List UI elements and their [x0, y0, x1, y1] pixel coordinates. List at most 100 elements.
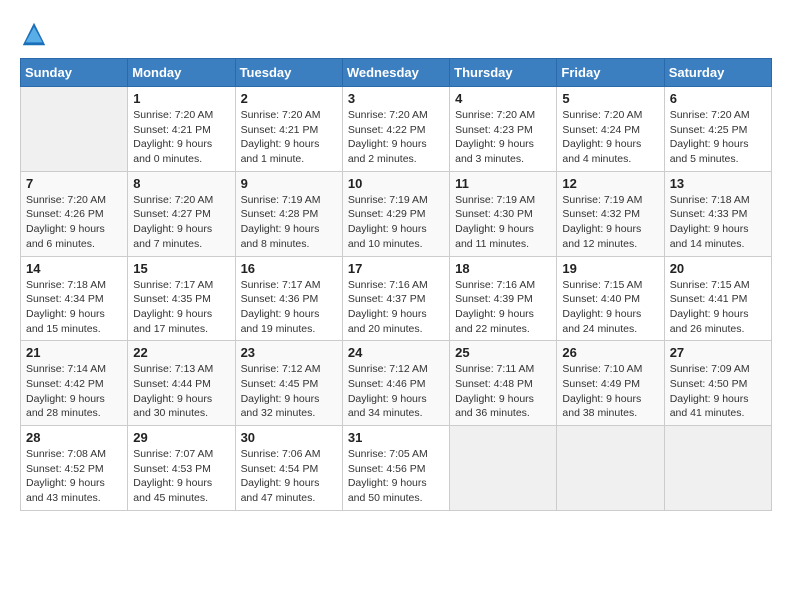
day-info: Sunrise: 7:18 AMSunset: 4:34 PMDaylight:…: [26, 278, 122, 337]
day-number: 7: [26, 176, 122, 191]
day-info: Sunrise: 7:08 AMSunset: 4:52 PMDaylight:…: [26, 447, 122, 506]
calendar-cell: 14 Sunrise: 7:18 AMSunset: 4:34 PMDayligh…: [21, 256, 128, 341]
calendar-cell: 11 Sunrise: 7:19 AMSunset: 4:30 PMDayligh…: [450, 171, 557, 256]
day-info: Sunrise: 7:17 AMSunset: 4:36 PMDaylight:…: [241, 278, 337, 337]
calendar-cell: 27 Sunrise: 7:09 AMSunset: 4:50 PMDayligh…: [664, 341, 771, 426]
weekday-header-wednesday: Wednesday: [342, 59, 449, 87]
logo-icon: [20, 20, 48, 48]
day-number: 17: [348, 261, 444, 276]
day-number: 25: [455, 345, 551, 360]
day-number: 12: [562, 176, 658, 191]
day-number: 9: [241, 176, 337, 191]
calendar-week-row: 1 Sunrise: 7:20 AMSunset: 4:21 PMDaylight…: [21, 87, 772, 172]
day-number: 24: [348, 345, 444, 360]
calendar-cell: 5Sunrise: 7:20 AMSunset: 4:24 PMDaylight…: [557, 87, 664, 172]
day-info: Sunrise: 7:10 AMSunset: 4:49 PMDaylight:…: [562, 362, 658, 421]
day-number: 15: [133, 261, 229, 276]
day-info: Sunrise: 7:12 AMSunset: 4:46 PMDaylight:…: [348, 362, 444, 421]
page-header: [20, 20, 772, 48]
day-number: 11: [455, 176, 551, 191]
logo: [20, 20, 52, 48]
calendar-cell: [450, 426, 557, 511]
day-number: 21: [26, 345, 122, 360]
day-info: Sunrise: 7:09 AMSunset: 4:50 PMDaylight:…: [670, 362, 766, 421]
day-number: 19: [562, 261, 658, 276]
day-number: 13: [670, 176, 766, 191]
day-info: Sunrise: 7:19 AMSunset: 4:28 PMDaylight:…: [241, 193, 337, 252]
day-number: 18: [455, 261, 551, 276]
calendar-cell: 19 Sunrise: 7:15 AMSunset: 4:40 PMDayligh…: [557, 256, 664, 341]
calendar-cell: 1 Sunrise: 7:20 AMSunset: 4:21 PMDaylight…: [128, 87, 235, 172]
calendar-week-row: 7 Sunrise: 7:20 AMSunset: 4:26 PMDaylight…: [21, 171, 772, 256]
calendar-cell: 2 Sunrise: 7:20 AMSunset: 4:21 PMDaylight…: [235, 87, 342, 172]
day-number: 14: [26, 261, 122, 276]
weekday-header-tuesday: Tuesday: [235, 59, 342, 87]
day-info: Sunrise: 7:15 AMSunset: 4:41 PMDaylight:…: [670, 278, 766, 337]
day-number: 6: [670, 91, 766, 106]
day-info: Sunrise: 7:19 AMSunset: 4:32 PMDaylight:…: [562, 193, 658, 252]
day-number: 26: [562, 345, 658, 360]
calendar-cell: 6 Sunrise: 7:20 AMSunset: 4:25 PMDaylight…: [664, 87, 771, 172]
day-number: 23: [241, 345, 337, 360]
calendar-cell: 18Sunrise: 7:16 AMSunset: 4:39 PMDayligh…: [450, 256, 557, 341]
day-number: 20: [670, 261, 766, 276]
day-info: Sunrise: 7:20 AMSunset: 4:21 PMDaylight:…: [133, 108, 229, 167]
day-info: Sunrise: 7:19 AMSunset: 4:30 PMDaylight:…: [455, 193, 551, 252]
calendar-cell: 22 Sunrise: 7:13 AMSunset: 4:44 PMDayligh…: [128, 341, 235, 426]
day-info: Sunrise: 7:20 AMSunset: 4:22 PMDaylight:…: [348, 108, 444, 167]
weekday-header-friday: Friday: [557, 59, 664, 87]
day-number: 22: [133, 345, 229, 360]
day-info: Sunrise: 7:14 AMSunset: 4:42 PMDaylight:…: [26, 362, 122, 421]
calendar-cell: 7 Sunrise: 7:20 AMSunset: 4:26 PMDaylight…: [21, 171, 128, 256]
day-number: 10: [348, 176, 444, 191]
calendar-cell: 13Sunrise: 7:18 AMSunset: 4:33 PMDayligh…: [664, 171, 771, 256]
calendar-cell: 23 Sunrise: 7:12 AMSunset: 4:45 PMDayligh…: [235, 341, 342, 426]
day-info: Sunrise: 7:06 AMSunset: 4:54 PMDaylight:…: [241, 447, 337, 506]
day-info: Sunrise: 7:15 AMSunset: 4:40 PMDaylight:…: [562, 278, 658, 337]
calendar-cell: 3 Sunrise: 7:20 AMSunset: 4:22 PMDaylight…: [342, 87, 449, 172]
calendar-header-row: SundayMondayTuesdayWednesdayThursdayFrid…: [21, 59, 772, 87]
day-info: Sunrise: 7:16 AMSunset: 4:37 PMDaylight:…: [348, 278, 444, 337]
weekday-header-monday: Monday: [128, 59, 235, 87]
weekday-header-saturday: Saturday: [664, 59, 771, 87]
day-number: 27: [670, 345, 766, 360]
calendar-cell: 20 Sunrise: 7:15 AMSunset: 4:41 PMDayligh…: [664, 256, 771, 341]
day-number: 30: [241, 430, 337, 445]
calendar-cell: 24 Sunrise: 7:12 AMSunset: 4:46 PMDayligh…: [342, 341, 449, 426]
day-info: Sunrise: 7:19 AMSunset: 4:29 PMDaylight:…: [348, 193, 444, 252]
day-number: 8: [133, 176, 229, 191]
day-info: Sunrise: 7:20 AMSunset: 4:25 PMDaylight:…: [670, 108, 766, 167]
day-info: Sunrise: 7:11 AMSunset: 4:48 PMDaylight:…: [455, 362, 551, 421]
day-info: Sunrise: 7:07 AMSunset: 4:53 PMDaylight:…: [133, 447, 229, 506]
calendar-cell: 28 Sunrise: 7:08 AMSunset: 4:52 PMDayligh…: [21, 426, 128, 511]
day-info: Sunrise: 7:20 AMSunset: 4:21 PMDaylight:…: [241, 108, 337, 167]
calendar-cell: [21, 87, 128, 172]
day-number: 16: [241, 261, 337, 276]
day-info: Sunrise: 7:17 AMSunset: 4:35 PMDaylight:…: [133, 278, 229, 337]
calendar-cell: 25 Sunrise: 7:11 AMSunset: 4:48 PMDayligh…: [450, 341, 557, 426]
day-number: 2: [241, 91, 337, 106]
calendar-cell: 12 Sunrise: 7:19 AMSunset: 4:32 PMDayligh…: [557, 171, 664, 256]
day-info: Sunrise: 7:20 AMSunset: 4:24 PMDaylight:…: [562, 108, 658, 167]
calendar-cell: 8Sunrise: 7:20 AMSunset: 4:27 PMDaylight…: [128, 171, 235, 256]
calendar-cell: 26 Sunrise: 7:10 AMSunset: 4:49 PMDayligh…: [557, 341, 664, 426]
calendar-cell: 10 Sunrise: 7:19 AMSunset: 4:29 PMDayligh…: [342, 171, 449, 256]
day-info: Sunrise: 7:20 AMSunset: 4:26 PMDaylight:…: [26, 193, 122, 252]
day-number: 3: [348, 91, 444, 106]
day-info: Sunrise: 7:13 AMSunset: 4:44 PMDaylight:…: [133, 362, 229, 421]
day-info: Sunrise: 7:12 AMSunset: 4:45 PMDaylight:…: [241, 362, 337, 421]
calendar-cell: 16 Sunrise: 7:17 AMSunset: 4:36 PMDayligh…: [235, 256, 342, 341]
calendar-cell: 15 Sunrise: 7:17 AMSunset: 4:35 PMDayligh…: [128, 256, 235, 341]
day-number: 4: [455, 91, 551, 106]
calendar-cell: 4Sunrise: 7:20 AMSunset: 4:23 PMDaylight…: [450, 87, 557, 172]
calendar-cell: 17 Sunrise: 7:16 AMSunset: 4:37 PMDayligh…: [342, 256, 449, 341]
calendar-cell: 9 Sunrise: 7:19 AMSunset: 4:28 PMDaylight…: [235, 171, 342, 256]
day-number: 31: [348, 430, 444, 445]
weekday-header-sunday: Sunday: [21, 59, 128, 87]
calendar-table: SundayMondayTuesdayWednesdayThursdayFrid…: [20, 58, 772, 511]
day-number: 1: [133, 91, 229, 106]
calendar-cell: 31Sunrise: 7:05 AMSunset: 4:56 PMDayligh…: [342, 426, 449, 511]
weekday-header-thursday: Thursday: [450, 59, 557, 87]
calendar-cell: 30 Sunrise: 7:06 AMSunset: 4:54 PMDayligh…: [235, 426, 342, 511]
day-number: 28: [26, 430, 122, 445]
